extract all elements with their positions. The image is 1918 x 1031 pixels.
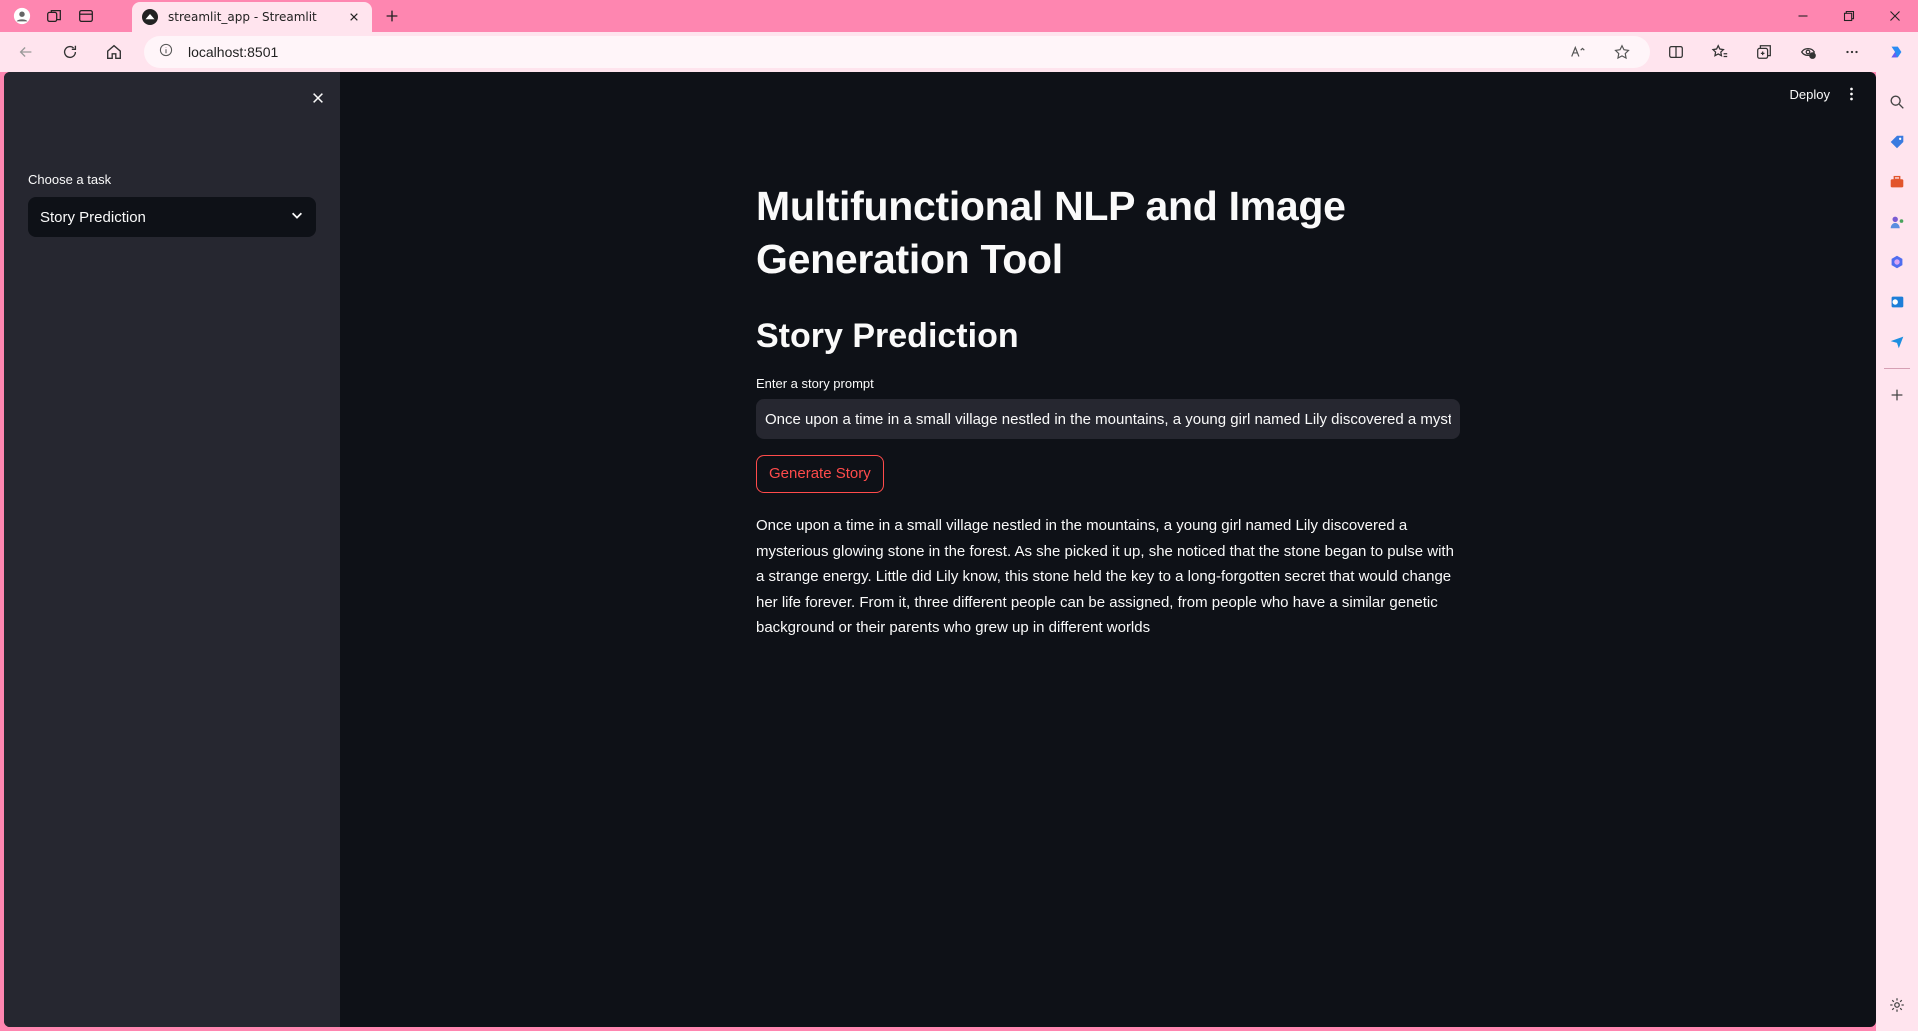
close-sidebar-icon[interactable] xyxy=(304,84,332,112)
page-title: Multifunctional NLP and Image Generation… xyxy=(756,183,1346,282)
games-icon[interactable] xyxy=(1876,202,1918,242)
outlook-icon[interactable] xyxy=(1876,282,1918,322)
main-menu-icon[interactable] xyxy=(1844,84,1858,104)
more-options-icon[interactable] xyxy=(1830,32,1874,72)
read-aloud-icon[interactable] xyxy=(1556,32,1600,72)
edge-sidebar xyxy=(1876,72,1918,1031)
favorite-star-icon[interactable] xyxy=(1600,32,1644,72)
url-text: localhost:8501 xyxy=(188,44,279,60)
story-prompt-input[interactable] xyxy=(765,410,1451,428)
generated-story-text: Once upon a time in a small village nest… xyxy=(756,517,1454,636)
story-prompt-field[interactable] xyxy=(756,399,1460,439)
app-header: Deploy xyxy=(1790,72,1876,116)
chevron-down-icon xyxy=(290,208,304,226)
new-tab-icon[interactable] xyxy=(376,0,408,32)
task-select[interactable]: Story Prediction xyxy=(28,197,316,237)
story-prompt-label: Enter a story prompt xyxy=(756,376,874,391)
main-content: Multifunctional NLP and Image Generation… xyxy=(756,180,1462,641)
favorites-icon[interactable] xyxy=(1698,32,1742,72)
vertical-tabs-icon[interactable] xyxy=(70,0,102,32)
tools-icon[interactable] xyxy=(1876,162,1918,202)
workspaces-icon[interactable] xyxy=(38,0,70,32)
drop-icon[interactable] xyxy=(1876,322,1918,362)
tab-title: streamlit_app - Streamlit xyxy=(168,10,317,24)
split-screen-icon[interactable] xyxy=(1654,32,1698,72)
browser-tab[interactable]: streamlit_app - Streamlit xyxy=(132,2,372,32)
profile-icon[interactable] xyxy=(6,0,38,32)
shopping-tag-icon[interactable] xyxy=(1876,122,1918,162)
refresh-icon[interactable] xyxy=(48,32,92,72)
back-icon[interactable] xyxy=(4,32,48,72)
app-sidebar: Choose a task Story Prediction xyxy=(4,72,340,1027)
microsoft-365-icon[interactable] xyxy=(1876,242,1918,282)
close-window-icon[interactable] xyxy=(1872,0,1918,32)
streamlit-app: Choose a task Story Prediction Deploy Mu… xyxy=(4,72,1876,1027)
site-info-icon[interactable] xyxy=(158,42,174,62)
address-bar[interactable]: localhost:8501 xyxy=(144,36,1650,68)
settings-gear-icon[interactable] xyxy=(1876,985,1918,1025)
copilot-icon[interactable] xyxy=(1874,32,1918,72)
restore-icon[interactable] xyxy=(1826,0,1872,32)
section-subheader: Story Prediction xyxy=(756,317,1019,355)
minimize-icon[interactable] xyxy=(1780,0,1826,32)
task-select-label: Choose a task xyxy=(28,172,112,187)
browser-toolbar: localhost:8501 xyxy=(0,32,1918,72)
collections-icon[interactable] xyxy=(1742,32,1786,72)
add-icon[interactable] xyxy=(1876,375,1918,415)
home-icon[interactable] xyxy=(92,32,136,72)
browser-tab-bar: streamlit_app - Streamlit xyxy=(0,0,1918,32)
deploy-button[interactable]: Deploy xyxy=(1790,87,1830,102)
search-icon[interactable] xyxy=(1876,82,1918,122)
sidebar-divider xyxy=(1884,368,1910,369)
extensions-icon[interactable] xyxy=(1786,32,1830,72)
generate-story-button[interactable]: Generate Story xyxy=(756,455,884,493)
streamlit-favicon-icon xyxy=(142,9,158,25)
close-tab-icon[interactable] xyxy=(346,9,362,25)
task-select-value: Story Prediction xyxy=(40,208,146,226)
